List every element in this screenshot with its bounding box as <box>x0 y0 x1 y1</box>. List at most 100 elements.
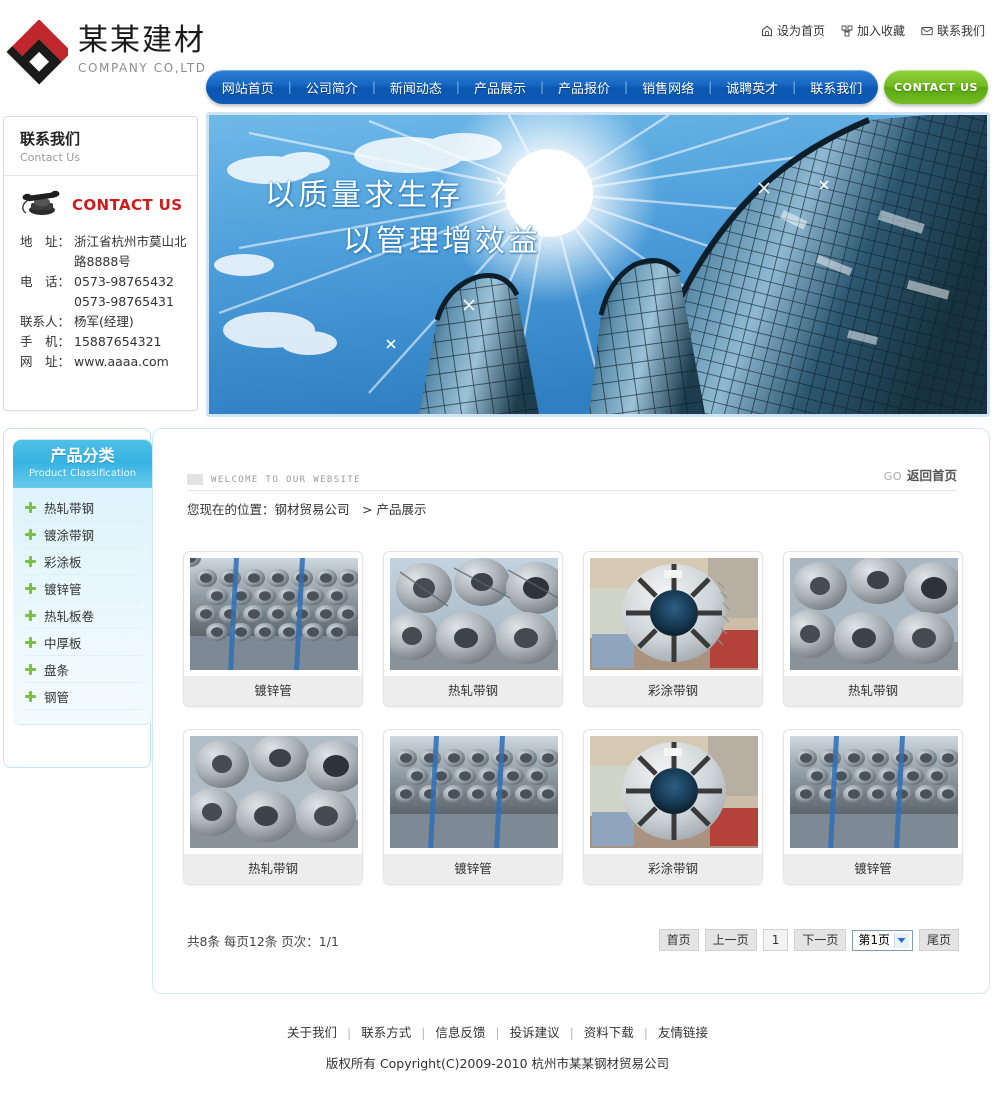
contact-value: 0573-98765432 <box>74 274 174 289</box>
add-favorite-link[interactable]: 加入收藏 <box>841 22 905 39</box>
product-card[interactable]: 镀锌管 <box>383 729 563 885</box>
back-home-link[interactable]: GO 返回首页 <box>884 465 957 484</box>
contact-us-wordmark: CONTACT US <box>72 196 183 214</box>
plus-icon <box>25 609 36 621</box>
footer-link-complaints[interactable]: 投诉建议 <box>504 1025 566 1040</box>
sidebar-item-coated-strip[interactable]: 镀涂带钢 <box>25 521 142 548</box>
nav-item-products[interactable]: 产品展示 <box>460 78 540 97</box>
footer-link-friendly-links[interactable]: 友情链接 <box>652 1025 714 1040</box>
sidebar-item-steel-pipe[interactable]: 钢管 <box>25 683 142 710</box>
chevron-down-icon <box>893 932 909 948</box>
contact-info-panel: 联系我们 Contact Us CONTACT US 地 址： 浙江省杭州市莫山北… <box>3 116 198 411</box>
product-image-galvanized-pipes <box>190 558 358 670</box>
add-favorite-label: 加入收藏 <box>856 24 905 38</box>
pagination-first-button[interactable]: 首页 <box>658 929 699 951</box>
pagination-current-page[interactable]: 1 <box>762 929 789 951</box>
contact-value: 15887654321 <box>74 334 162 349</box>
product-card[interactable]: 彩涂带钢 <box>583 551 763 707</box>
plus-icon <box>25 555 36 567</box>
telephone-icon <box>18 188 64 222</box>
pagination-controls: 首页 上一页 1 下一页 第1页 尾页 <box>658 929 959 951</box>
nav-item-news[interactable]: 新闻动态 <box>376 78 456 97</box>
sidebar-item-hot-rolled-strip[interactable]: 热轧带钢 <box>25 494 142 521</box>
logo-title-en: COMPANY CO,LTD <box>78 61 207 75</box>
nav-item-home[interactable]: 网站首页 <box>208 78 288 97</box>
sidebar-item-label: 热轧板卷 <box>44 608 95 624</box>
pagination-last-button[interactable]: 尾页 <box>918 929 959 951</box>
product-card[interactable]: 镀锌管 <box>183 551 363 707</box>
back-home-label: 返回首页 <box>906 468 957 483</box>
sidebar-column: 产品分类 Product Classification 热轧带钢 镀涂带钢 彩涂… <box>3 428 153 768</box>
contact-row-mobile: 手 机： 15887654321 <box>20 332 189 352</box>
product-image-steel-coils <box>790 558 958 670</box>
sidebar-item-galvanized-pipe[interactable]: 镀锌管 <box>25 575 142 602</box>
contact-row-person: 联系人： 杨军(经理) <box>20 312 189 332</box>
product-classification-panel: 产品分类 Product Classification 热轧带钢 镀涂带钢 彩涂… <box>13 439 153 725</box>
footer-link-contact[interactable]: 联系方式 <box>355 1025 417 1040</box>
product-caption: 彩涂带钢 <box>584 854 762 884</box>
pagination-prev-button[interactable]: 上一页 <box>704 929 757 951</box>
product-image-color-coated-coil <box>590 736 758 848</box>
product-image-galvanized-pipes <box>790 736 958 848</box>
contact-value: 杨军(经理) <box>74 314 134 329</box>
contact-label: 网 址： <box>20 354 71 369</box>
product-caption: 热轧带钢 <box>784 676 962 706</box>
sidebar-item-hot-rolled-coil[interactable]: 热轧板卷 <box>25 602 142 629</box>
product-image-galvanized-pipes <box>390 736 558 848</box>
footer-link-about[interactable]: 关于我们 <box>281 1025 343 1040</box>
hero-banner[interactable]: 以质量求生存 以管理增效益 <box>206 112 990 417</box>
pagination-bar: 共8条 每页12条 页次：1/1 首页 上一页 1 下一页 第1页 尾页 <box>187 929 959 951</box>
product-image-steel-coils <box>390 558 558 670</box>
product-image-color-coated-coil <box>590 558 758 670</box>
contact-label: 联系人： <box>20 314 71 329</box>
contact-label: 手 机： <box>20 334 71 349</box>
product-caption: 热轧带钢 <box>384 676 562 706</box>
contact-row-website: 网 址： www.aaaa.com <box>20 352 189 372</box>
footer-link-downloads[interactable]: 资料下载 <box>578 1025 640 1040</box>
plus-icon <box>25 636 36 648</box>
product-caption: 镀锌管 <box>384 854 562 884</box>
product-category-list: 热轧带钢 镀涂带钢 彩涂板 镀锌管 热轧板卷 中厚板 盘条 钢管 <box>13 488 152 710</box>
utility-links: 设为首页 加入收藏 联系我们 <box>761 22 985 39</box>
pagination-page-select-value: 第1页 <box>858 932 890 947</box>
footer-separator: | <box>569 1025 574 1040</box>
product-classification-header: 产品分类 Product Classification <box>13 440 152 488</box>
footer-copyright: 版权所有 Copyright(C)2009-2010 杭州市某某钢材贸易公司 <box>325 1056 670 1071</box>
star-favorite-icon <box>841 25 853 37</box>
banner-slogan-line1: 以质量求生存 <box>265 178 463 213</box>
product-caption: 彩涂带钢 <box>584 676 762 706</box>
product-card[interactable]: 热轧带钢 <box>383 551 563 707</box>
product-card[interactable]: 热轧带钢 <box>183 729 363 885</box>
contact-us-button[interactable]: CONTACT US <box>884 70 988 104</box>
product-classification-title-en: Product Classification <box>28 468 137 479</box>
nav-item-sales-network[interactable]: 销售网络 <box>628 78 708 97</box>
contact-label: 地 址： <box>20 234 71 249</box>
product-grid: 镀锌管 热轧带钢 彩涂带钢 热轧带钢 热轧带钢 镀锌管 彩涂带钢 镀锌管 <box>173 551 973 907</box>
pagination-info: 共8条 每页12条 页次：1/1 <box>187 933 339 949</box>
sidebar-item-wire-rod[interactable]: 盘条 <box>25 656 142 683</box>
logo-title-cn: 某某建材 <box>78 23 206 58</box>
footer-link-feedback[interactable]: 信息反馈 <box>429 1025 491 1040</box>
set-homepage-link[interactable]: 设为首页 <box>761 22 825 39</box>
product-card[interactable]: 彩涂带钢 <box>583 729 763 885</box>
site-logo[interactable]: 某某建材 COMPANY CO,LTD <box>6 19 207 88</box>
sidebar-item-label: 盘条 <box>44 662 70 678</box>
sidebar-item-color-coated-plate[interactable]: 彩涂板 <box>25 548 142 575</box>
product-classification-title-cn: 产品分类 <box>50 446 115 465</box>
product-card[interactable]: 镀锌管 <box>783 729 963 885</box>
nav-item-quotation[interactable]: 产品报价 <box>544 78 624 97</box>
pagination-next-button[interactable]: 下一页 <box>794 929 847 951</box>
nav-item-contact[interactable]: 联系我们 <box>796 78 876 97</box>
contact-us-banner: CONTACT US <box>12 186 189 232</box>
nav-item-about[interactable]: 公司简介 <box>292 78 372 97</box>
product-card[interactable]: 热轧带钢 <box>783 551 963 707</box>
contact-us-link[interactable]: 联系我们 <box>921 22 985 39</box>
pagination-page-select[interactable]: 第1页 <box>852 929 913 951</box>
welcome-bar: WELCOME TO OUR WEBSITE GO 返回首页 <box>187 468 957 491</box>
sidebar-item-medium-plate[interactable]: 中厚板 <box>25 629 142 656</box>
nav-item-careers[interactable]: 诚聘英才 <box>712 78 792 97</box>
sidebar-item-label: 彩涂板 <box>44 554 82 570</box>
contact-row-phone2: 0573-98765431 <box>74 294 174 309</box>
contact-value: 浙江省杭州市莫山北 <box>74 234 187 249</box>
banner-slogan-line2: 以管理增效益 <box>343 224 541 259</box>
